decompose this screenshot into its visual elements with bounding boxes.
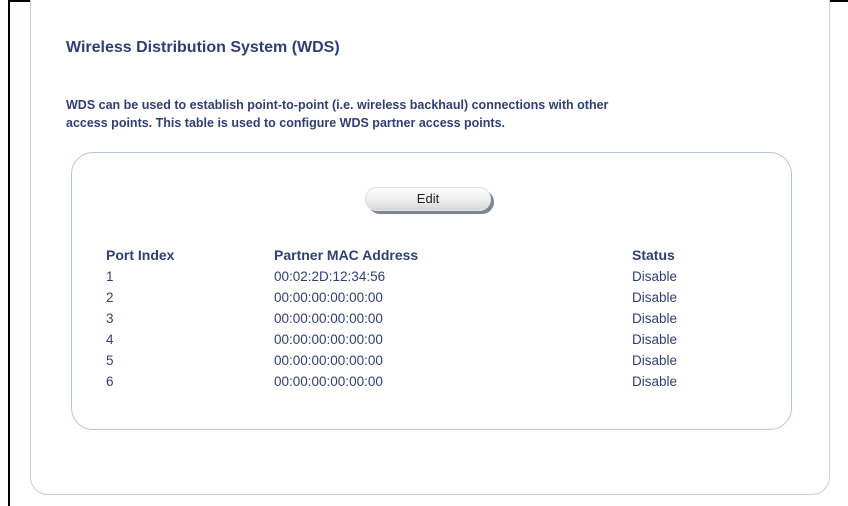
partner-mac-cell: 00:02:2D:12:34:56 [274, 269, 386, 284]
window-frame-left [8, 0, 10, 506]
partner-mac-cell: 00:00:00:00:00:00 [274, 332, 383, 347]
status-cell: Disable [632, 353, 678, 368]
status-cell: Disable [632, 269, 678, 284]
page-description: WDS can be used to establish point-to-po… [66, 96, 806, 132]
column-header-port-index: Port Index [106, 247, 175, 263]
description-line-1: WDS can be used to establish point-to-po… [66, 98, 609, 112]
port-index-cell: 1 [106, 269, 114, 284]
edit-button[interactable]: Edit [365, 187, 491, 211]
status-cell: Disable [632, 290, 678, 305]
port-index-cell: 2 [106, 290, 114, 305]
description-line-2: access points. This table is used to con… [66, 116, 506, 130]
page: Wireless Distribution System (WDS) WDS c… [0, 0, 848, 506]
partner-mac-cell: 00:00:00:00:00:00 [274, 290, 383, 305]
status-cell: Disable [632, 374, 678, 389]
port-index-cell: 4 [106, 332, 114, 347]
port-index-cell: 6 [106, 374, 114, 389]
page-title: Wireless Distribution System (WDS) [66, 39, 340, 56]
port-index-cell: 3 [106, 311, 114, 326]
status-cell: Disable [632, 311, 678, 326]
column-header-partner-mac: Partner MAC Address [274, 247, 419, 263]
status-cell: Disable [632, 332, 678, 347]
port-index-cell: 5 [106, 353, 114, 368]
partner-mac-cell: 00:00:00:00:00:00 [274, 353, 383, 368]
partner-mac-cell: 00:00:00:00:00:00 [274, 311, 383, 326]
column-header-status: Status [632, 247, 675, 263]
partner-mac-cell: 00:00:00:00:00:00 [274, 374, 383, 389]
